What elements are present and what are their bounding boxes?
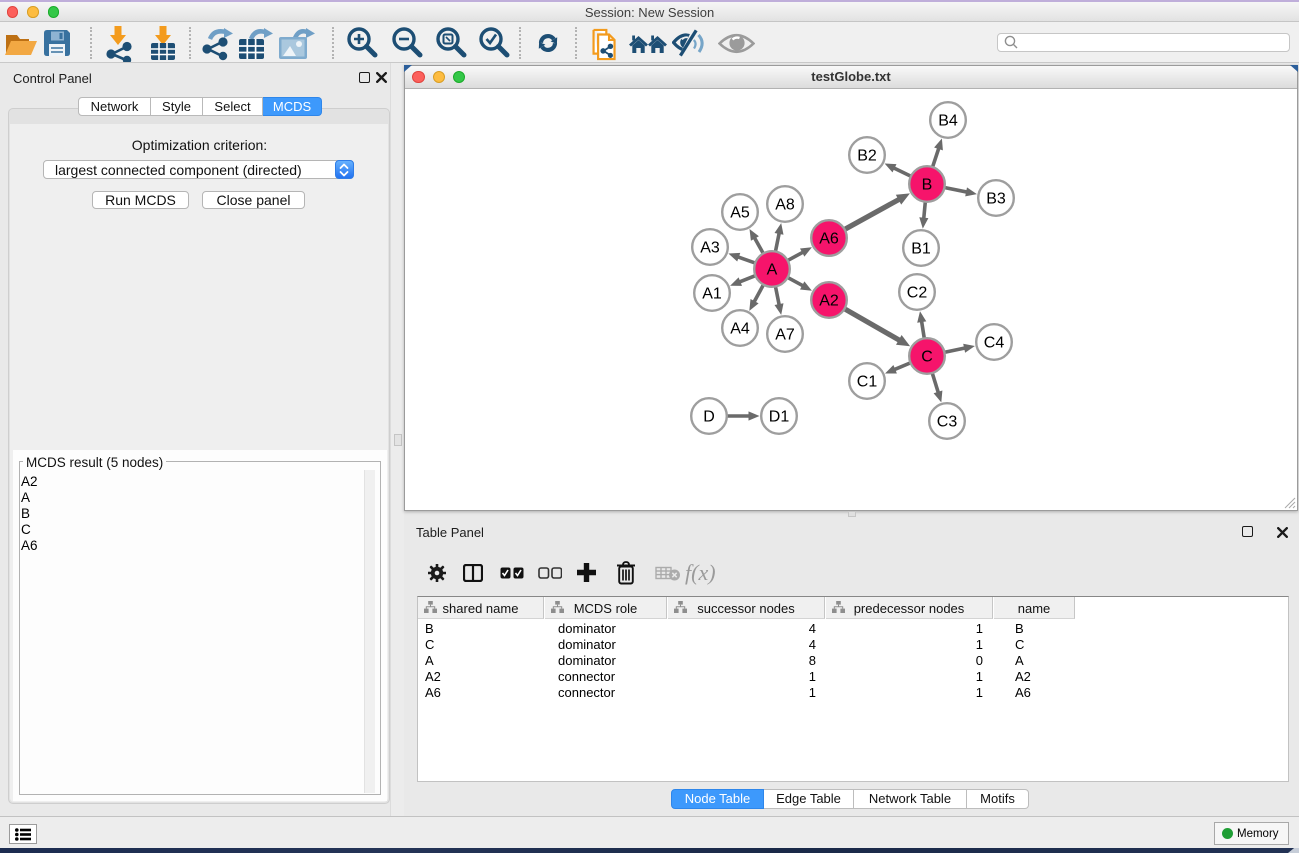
svg-text:B2: B2 bbox=[857, 148, 877, 165]
svg-text:B4: B4 bbox=[938, 113, 958, 130]
svg-text:C3: C3 bbox=[937, 414, 958, 431]
svg-text:A4: A4 bbox=[730, 321, 750, 338]
svg-text:C: C bbox=[921, 349, 933, 366]
svg-text:A6: A6 bbox=[819, 231, 839, 248]
svg-text:C2: C2 bbox=[907, 285, 928, 302]
svg-text:D1: D1 bbox=[769, 409, 790, 426]
svg-text:C4: C4 bbox=[984, 335, 1005, 352]
svg-text:A3: A3 bbox=[700, 240, 720, 257]
svg-text:A1: A1 bbox=[702, 286, 722, 303]
svg-text:C1: C1 bbox=[857, 374, 878, 391]
svg-text:A5: A5 bbox=[730, 205, 750, 222]
svg-text:A8: A8 bbox=[775, 197, 795, 214]
svg-text:D: D bbox=[703, 409, 715, 426]
svg-text:A2: A2 bbox=[819, 293, 839, 310]
svg-text:A: A bbox=[767, 262, 778, 279]
svg-text:A7: A7 bbox=[775, 327, 795, 344]
svg-text:B3: B3 bbox=[986, 191, 1006, 208]
svg-text:B: B bbox=[922, 177, 933, 194]
svg-text:B1: B1 bbox=[911, 241, 931, 258]
